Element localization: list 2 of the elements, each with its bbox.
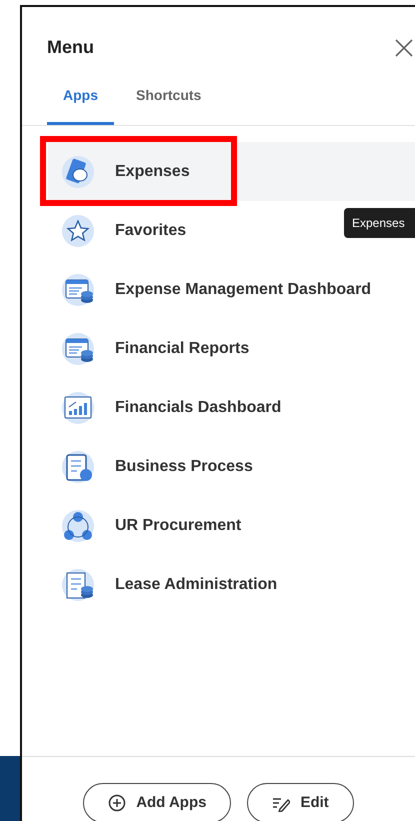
tooltip: Expenses: [344, 208, 415, 238]
menu-title: Menu: [47, 37, 94, 59]
